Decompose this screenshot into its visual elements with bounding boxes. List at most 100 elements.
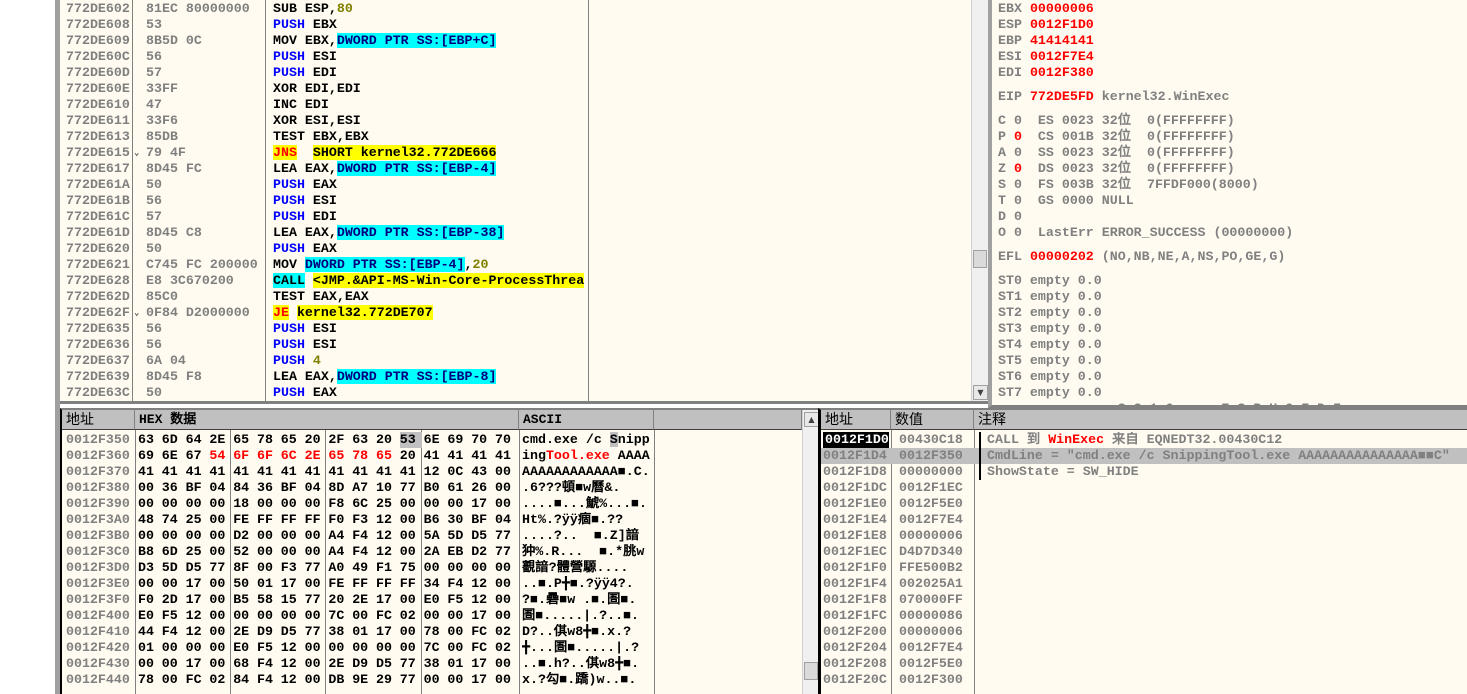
scrollbar-thumb[interactable]: [973, 250, 987, 268]
hex-byte: B8: [138, 544, 154, 559]
dump-row[interactable]: 0012F370 41 41 41 41 41 41 41 41 41 41 41 41 12 0C 43 00…: [62, 464, 800, 480]
disasm-row[interactable]: 772DE61D 8D45 C8 LEA EAX,DWORD PTR SS:[EBP…: [60, 225, 971, 241]
stack-row[interactable]: 0012F1D8 00000000 ShowState = SW_HIDE: [821, 464, 1467, 480]
hex-byte: 00: [352, 608, 369, 623]
register-value[interactable]: 00000006: [1030, 1, 1094, 16]
dump-row[interactable]: 0012F390 00 00 00 00 18 00 00 00 F8 6C 25 00 00 00 17 00…: [62, 496, 800, 512]
disasm-row[interactable]: 772DE639 8D45 F8 LEA EAX,DWORD PTR SS:[EBP…: [60, 369, 971, 385]
stack-row[interactable]: 0012F1FC 00000086: [821, 608, 1467, 624]
hex-byte: 00: [138, 656, 154, 671]
dump-row[interactable]: 0012F3B0 00 00 00 00 D2 00 00 00 A4 F4 12 00 5A 5D D5 77…: [62, 528, 800, 544]
stack-row[interactable]: 0012F1E4 0012F7E4: [821, 512, 1467, 528]
hex-byte: 8F: [233, 560, 250, 575]
stack-header-value[interactable]: 数值: [891, 410, 974, 430]
disasm-row[interactable]: 772DE61B 56 PUSH ESI: [60, 193, 971, 209]
register-value[interactable]: 0012F380: [1030, 65, 1094, 80]
dump-header-ascii[interactable]: ASCII: [519, 410, 654, 430]
disasm-row[interactable]: 772DE61A 50 PUSH EAX: [60, 177, 971, 193]
stack-row[interactable]: 0012F1E0 0012F5E0: [821, 496, 1467, 512]
disasm-row[interactable]: 772DE628 E8 3C670200 CALL <JMP.&API-MS-Win…: [60, 273, 971, 289]
disasm-row[interactable]: 772DE621 C745 FC 200000 MOV DWORD PTR SS:[…: [60, 257, 971, 273]
disasm-row[interactable]: 772DE617 8D45 FC LEA EAX,DWORD PTR SS:[EBP…: [60, 161, 971, 177]
registers-pane[interactable]: EBX 00000006 ESP 0012F1D0 EBP 41414141 ESI …: [988, 0, 1467, 408]
disasm-row[interactable]: 772DE61C 57 PUSH EDI: [60, 209, 971, 225]
disasm-row[interactable]: 772DE636 56 PUSH ESI: [60, 337, 971, 353]
stack-row[interactable]: 0012F1E8 00000006: [821, 528, 1467, 544]
dump-row[interactable]: 0012F430 00 00 17 00 68 F4 12 00 2E D9 D5 77 38 01 17 00…: [62, 656, 800, 672]
hex-byte: 12: [185, 608, 202, 623]
disasm-row[interactable]: 772DE609 8B5D 0C MOV EBX,DWORD PTR SS:[EBP…: [60, 33, 971, 49]
flag-value[interactable]: 0: [1014, 113, 1022, 128]
hex-byte: 5D: [161, 560, 178, 575]
disasm-row[interactable]: 772DE62D 85C0 TEST EAX,EAX: [60, 289, 971, 305]
stack-header-address[interactable]: 地址: [821, 410, 891, 430]
disasm-row[interactable]: 772DE60E 33FF XOR EDI,EDI: [60, 81, 971, 97]
stack-row[interactable]: 0012F20C 0012F300: [821, 672, 1467, 688]
stack-header-comment[interactable]: 注释: [974, 410, 1467, 430]
disasm-row[interactable]: 772DE611 33F6 XOR ESI,ESI: [60, 113, 971, 129]
disasm-row[interactable]: 772DE60C 56 PUSH ESI: [60, 49, 971, 65]
dump-header-address[interactable]: 地址: [62, 410, 135, 430]
stack-pane[interactable]: 地址 数值 注释 0012F1D0 00430C18 CALL 到 WinExec …: [818, 408, 1467, 694]
disasm-row[interactable]: 772DE637 6A 04 PUSH 4: [60, 353, 971, 369]
register-value[interactable]: 0012F1D0: [1030, 17, 1094, 32]
disasm-row[interactable]: 772DE608 53 PUSH EBX: [60, 17, 971, 33]
memory-dump-pane[interactable]: 地址 HEX 数据 ASCII ▲ 0012F350 63 6D 64 2E 65 78 65…: [60, 408, 818, 694]
register-value[interactable]: 41414141: [1030, 33, 1094, 48]
dump-row[interactable]: 0012F3C0 B8 6D 25 00 52 00 00 00 A4 F4 12 00 2A EB D2 77…: [62, 544, 800, 560]
disasm-row[interactable]: 772DE63C 50 PUSH EAX: [60, 385, 971, 401]
register-value[interactable]: 00000202: [1030, 249, 1094, 264]
dump-row[interactable]: 0012F440 78 00 FC 02 84 F4 12 00 DB 9E 29 77 00 00 17 00…: [62, 672, 800, 688]
dump-row[interactable]: 0012F380 00 36 BF 04 84 36 BF 04 8D A7 10 77 B0 61 26 00…: [62, 480, 800, 496]
dump-row[interactable]: 0012F3E0 00 00 17 00 50 01 17 00 FE FF FF FF 34 F4 12 00…: [62, 576, 800, 592]
flag-value[interactable]: 0: [1014, 129, 1022, 144]
disasm-row[interactable]: 772DE613 85DB TEST EBX,EBX: [60, 129, 971, 145]
stack-row[interactable]: 0012F1F8 070000FF: [821, 592, 1467, 608]
instruction-part: ESI: [304, 49, 337, 64]
disasm-row[interactable]: 772DE635 56 PUSH ESI: [60, 321, 971, 337]
dump-row[interactable]: 0012F350 63 6D 64 2E 65 78 65 20 2F 63 20 53 6E 69 70 70…: [62, 432, 800, 448]
dump-row[interactable]: 0012F3D0 D3 5D D5 77 8F 00 F3 77 A0 49 F1 75 00 00 00 00…: [62, 560, 800, 576]
dump-row[interactable]: 0012F420 01 00 00 00 E0 F5 12 00 00 00 00 00 7C 00 FC 02…: [62, 640, 800, 656]
dump-header-hex[interactable]: HEX 数据: [135, 410, 519, 430]
scroll-down-button[interactable]: ▼: [973, 385, 988, 400]
flag-value[interactable]: 0: [1014, 177, 1022, 192]
stack-row[interactable]: 0012F204 0012F7E4: [821, 640, 1467, 656]
stack-row[interactable]: 0012F1D0 00430C18 CALL 到 WinExec 来自 EQNEDT…: [821, 432, 1467, 448]
hex-byte: 70: [495, 432, 511, 447]
stack-row[interactable]: 0012F1F4 002025A1: [821, 576, 1467, 592]
disasm-row[interactable]: 772DE615 ⌄ 79 4F JNS SHORT kernel32.772DE66…: [60, 145, 971, 161]
stack-row[interactable]: 0012F208 0012F5E0: [821, 656, 1467, 672]
disasm-row[interactable]: 772DE620 50 PUSH EAX: [60, 241, 971, 257]
stack-row[interactable]: 0012F1D4 0012F350 CmdLine = "cmd.exe /c Sn…: [821, 448, 1467, 464]
disasm-row[interactable]: 772DE610 47 INC EDI: [60, 97, 971, 113]
dump-row[interactable]: 0012F360 69 6E 67 54 6F 6F 6C 2E 65 78 65 20 41 41 41 41…: [62, 448, 800, 464]
hex-byte: 00: [161, 656, 178, 671]
disasm-row[interactable]: 772DE60D 57 PUSH EDI: [60, 65, 971, 81]
flag-value[interactable]: 0: [1014, 193, 1022, 208]
hex-byte: 17: [471, 496, 488, 511]
stack-row[interactable]: 0012F1DC 0012F1EC: [821, 480, 1467, 496]
stack-row[interactable]: 0012F1EC D4D7D340: [821, 544, 1467, 560]
scrollbar-thumb[interactable]: [804, 662, 818, 680]
flag-value[interactable]: 0: [1014, 161, 1022, 176]
stack-row[interactable]: 0012F1F0 FFE500B2: [821, 560, 1467, 576]
dump-row[interactable]: 0012F3F0 F0 2D 17 00 B5 58 15 77 20 2E 17 00 E0 F5 12 00…: [62, 592, 800, 608]
dump-scrollbar[interactable]: ▲: [802, 410, 818, 694]
dump-row[interactable]: 0012F400 E0 F5 12 00 00 00 00 00 7C 00 FC 02 00 00 17 00…: [62, 608, 800, 624]
disassembly-pane[interactable]: ▼ 772DE602 81EC 80000000 SUB ESP,80 772DE60…: [60, 0, 988, 404]
disasm-row[interactable]: 772DE602 81EC 80000000 SUB ESP,80: [60, 1, 971, 17]
flag-value[interactable]: 0: [1014, 145, 1022, 160]
stack-row[interactable]: 0012F200 00000006: [821, 624, 1467, 640]
disasm-row[interactable]: 772DE62F ⌄ 0F84 D2000000 JE kernel32.772DE7…: [60, 305, 971, 321]
scroll-up-button[interactable]: ▲: [804, 412, 818, 427]
flag-value[interactable]: 0: [1014, 209, 1022, 224]
register-value[interactable]: 0012F7E4: [1030, 49, 1094, 64]
dump-row[interactable]: 0012F410 44 F4 12 00 2E D9 D5 77 38 01 17 00 78 00 FC 02…: [62, 624, 800, 640]
hex-byte: 00: [138, 480, 154, 495]
hex-byte: 00: [495, 608, 511, 623]
disassembly-scrollbar[interactable]: ▼: [971, 0, 988, 401]
register-value[interactable]: 772DE5FD: [1030, 89, 1094, 104]
dump-row[interactable]: 0012F3A0 48 74 25 00 FE FF FF FF F0 F3 12 00 B6 30 BF 04…: [62, 512, 800, 528]
flag-value[interactable]: 0: [1014, 225, 1022, 240]
